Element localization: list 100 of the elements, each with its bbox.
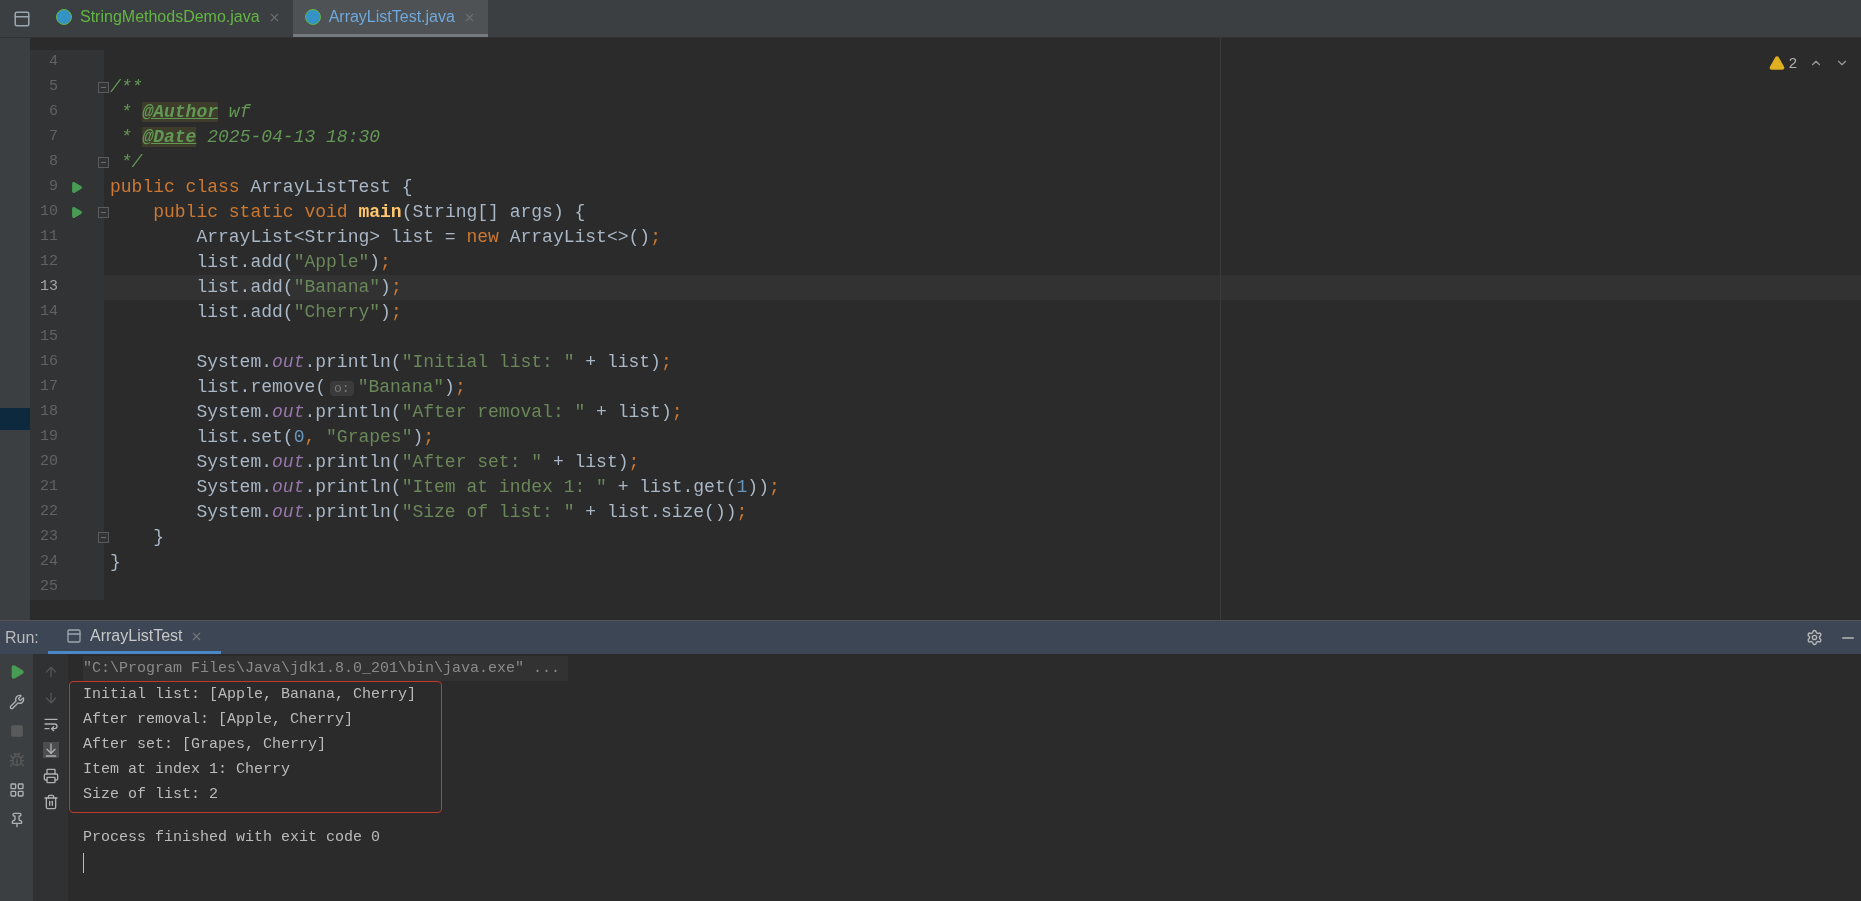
code-token: ; (390, 302, 402, 322)
run-label: Run: (5, 627, 40, 648)
code-token: "Grapes" (326, 427, 413, 447)
code-token: 0 (293, 427, 305, 447)
code-token: ; (671, 402, 683, 422)
code-token: ) (369, 252, 381, 272)
run-icon[interactable] (70, 181, 83, 194)
code-token: System. (195, 477, 273, 497)
code-token: ; (650, 227, 661, 247)
console-output-line: Item at index 1: Cherry (83, 760, 292, 780)
console-output-line: After removal: [Apple, Cherry] (83, 710, 355, 730)
window-icon[interactable] (13, 9, 31, 28)
code-token: System. (195, 452, 273, 472)
print-icon[interactable] (42, 768, 59, 784)
code-token: "After set: " (401, 452, 543, 472)
code-token: 2025-04-13 18:30 (206, 127, 381, 147)
code-token: ; (768, 477, 780, 497)
code-token: out (272, 452, 305, 472)
layout-icon[interactable] (8, 782, 25, 798)
code-token: ; (390, 277, 402, 297)
code-token: "Cherry" (293, 302, 381, 322)
code-token: } (110, 552, 121, 572)
fold-icon[interactable] (98, 157, 109, 168)
settings-icon[interactable] (1806, 629, 1823, 646)
console-output-line: After set: [Grapes, Cherry] (83, 735, 328, 755)
code-token: System. (195, 352, 273, 372)
code-token: ) (380, 302, 391, 322)
code-token: list.add( (195, 302, 294, 322)
code-token: */ (119, 152, 143, 172)
code-token: new (466, 227, 500, 247)
wrench-icon[interactable] (8, 694, 25, 710)
code-token: list.set( (195, 427, 294, 447)
code-token: ; (454, 376, 466, 397)
fold-icon[interactable] (98, 532, 109, 543)
code-token: wf (227, 102, 251, 122)
code-token: .println( (304, 477, 402, 497)
code-token: + list) (551, 452, 629, 472)
code-token: ArrayList<>() (509, 227, 651, 247)
code-token: @Author (142, 102, 219, 122)
console-command: "C:\Program Files\Java\jdk1.8.0_201\bin\java.exe" ... (83, 656, 569, 681)
code-token: list.remove( (195, 376, 327, 397)
code-token: + list) (595, 402, 672, 422)
code-token: * (119, 127, 133, 147)
code-token: out (272, 502, 305, 522)
code-token: out (272, 477, 305, 497)
console-output-line: Initial list: [Apple, Banana, Cherry] (83, 685, 417, 705)
code-token: public class (110, 177, 241, 197)
code-token: System. (195, 402, 273, 422)
editor-tab[interactable]: StringMethodsDemo.java (44, 0, 293, 37)
code-token: ) (444, 376, 455, 397)
code-token: "Banana" (357, 376, 445, 397)
code-token: /** (110, 77, 143, 97)
code-token: out (272, 352, 305, 372)
warning-count[interactable]: 2 (1788, 52, 1797, 75)
code-token: "Size of list: " (401, 502, 575, 522)
code-token: out (272, 402, 305, 422)
code-token: "Initial list: " (401, 352, 575, 372)
code-token: System. (195, 502, 273, 522)
code-token: ; (736, 502, 748, 522)
code-token: list.add( (195, 252, 294, 272)
class-icon (56, 9, 72, 25)
code-token: "Apple" (293, 252, 370, 272)
code-token: "Banana" (293, 277, 381, 297)
code-token: "Item at index 1: " (401, 477, 607, 497)
exit-message: Process finished with exit code 0 (83, 828, 382, 848)
code-token: .println( (304, 402, 402, 422)
parameter-hint: o: (330, 380, 354, 396)
editor-tab[interactable]: ArrayListTest.java (292, 0, 488, 37)
code-token: .println( (304, 352, 402, 372)
wrap-icon[interactable] (42, 716, 59, 732)
run-icon[interactable] (70, 206, 83, 219)
scroll-to-end-icon[interactable] (42, 742, 59, 758)
code-token: main (358, 202, 402, 222)
code-token: * (119, 102, 133, 122)
code-token: .println( (304, 502, 402, 522)
code-token: ; (628, 452, 640, 472)
code-token: list.add( (195, 277, 294, 297)
code-token: ; (380, 252, 391, 272)
code-token: )) (747, 477, 769, 497)
trash-icon[interactable] (42, 794, 59, 810)
code-token: public static void (152, 202, 349, 222)
code-token: , (304, 427, 317, 447)
code-token: } (152, 527, 164, 547)
code-token: ) (380, 277, 391, 297)
console-output-line: Size of list: 2 (83, 785, 220, 805)
console-icon (66, 628, 82, 644)
code-token: ArrayList<String> list = (195, 227, 457, 247)
warning-icon[interactable] (1768, 55, 1785, 72)
code-token: + list.size()) (584, 502, 737, 522)
code-token: ) (412, 427, 424, 447)
line-number: 13 (39, 277, 58, 298)
fold-icon[interactable] (98, 82, 109, 93)
code-token: ArrayListTest { (250, 177, 413, 197)
code-token: + list) (584, 352, 661, 372)
code-token: ; (660, 352, 672, 372)
text-cursor (83, 853, 84, 873)
code-token: (String[] args) { (401, 202, 586, 222)
fold-icon[interactable] (98, 207, 109, 218)
class-icon (304, 9, 321, 25)
code-token: @Date (142, 127, 197, 147)
